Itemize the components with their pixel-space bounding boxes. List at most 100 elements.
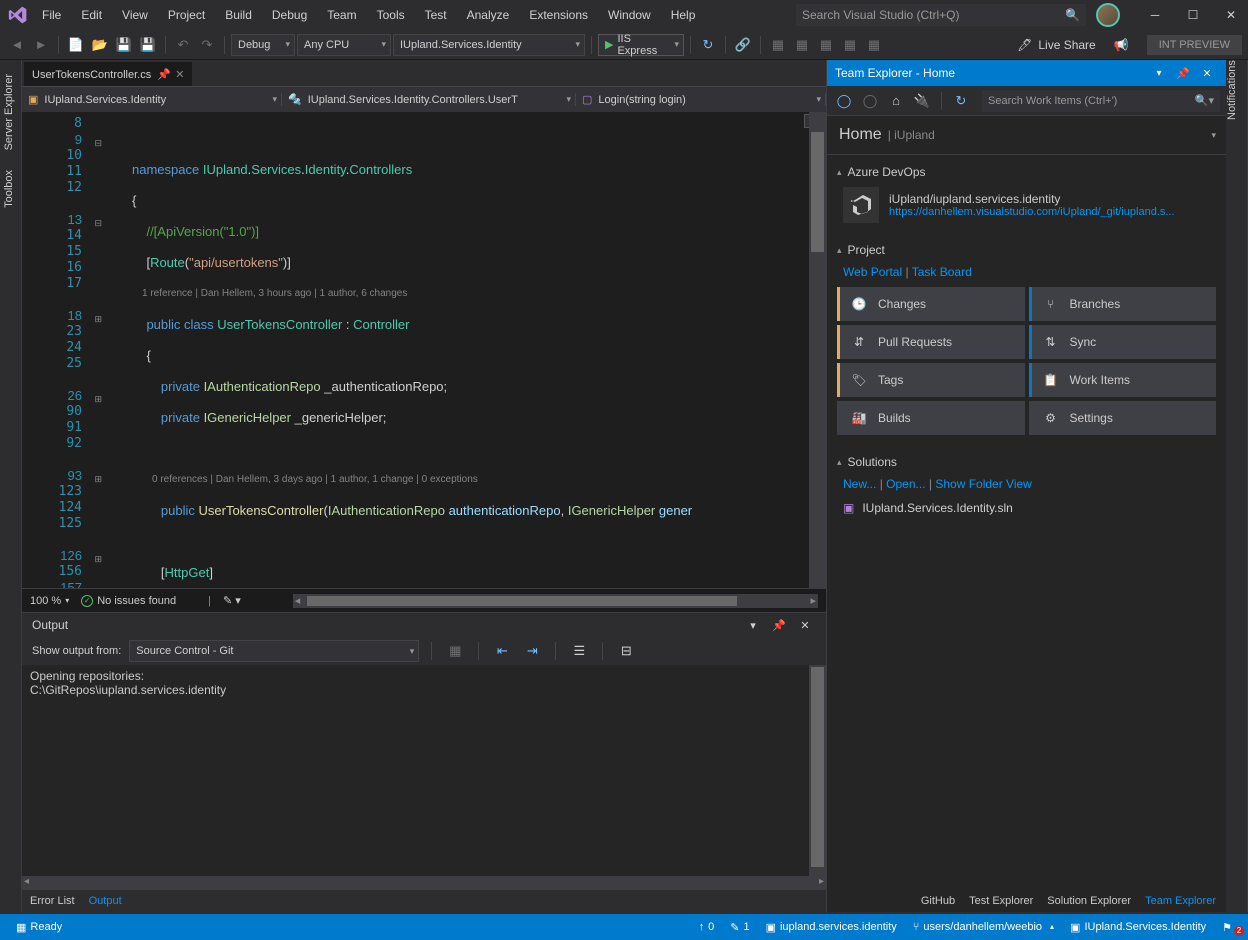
- status-push[interactable]: ↑0: [691, 921, 723, 933]
- menu-window[interactable]: Window: [598, 4, 661, 26]
- output-body[interactable]: Opening repositories: C:\GitRepos\iuplan…: [22, 665, 826, 876]
- te-sol-open-link[interactable]: Open...: [886, 477, 925, 491]
- menu-project[interactable]: Project: [158, 4, 215, 26]
- tab-team-explorer[interactable]: Team Explorer: [1145, 895, 1216, 907]
- menu-build[interactable]: Build: [215, 4, 262, 26]
- output-outdent-icon[interactable]: ⇥: [521, 640, 543, 662]
- menu-file[interactable]: File: [32, 4, 71, 26]
- menu-edit[interactable]: Edit: [71, 4, 112, 26]
- editor-hscroll[interactable]: ◂ ▸: [293, 594, 818, 608]
- te-section-solutions[interactable]: Solutions: [837, 451, 1216, 473]
- status-notifications[interactable]: ⚑: [1214, 921, 1240, 934]
- nav-fwd-icon[interactable]: ►: [30, 34, 52, 56]
- tile-settings[interactable]: ⚙Settings: [1029, 401, 1217, 435]
- tb-icon-2[interactable]: ▦: [791, 34, 813, 56]
- menu-tools[interactable]: Tools: [367, 4, 415, 26]
- output-hscroll[interactable]: ◂ ▸: [22, 876, 826, 890]
- tile-sync[interactable]: ⇅Sync: [1029, 325, 1217, 359]
- close-button[interactable]: ✕: [1214, 3, 1248, 27]
- menu-help[interactable]: Help: [661, 4, 706, 26]
- te-connect-icon[interactable]: 🔌: [911, 90, 933, 112]
- status-project[interactable]: ▣IUpland.Services.Identity: [1062, 921, 1214, 934]
- tile-workitems[interactable]: 📋Work Items: [1029, 363, 1217, 397]
- run-button[interactable]: ▶IIS Express: [598, 34, 684, 56]
- status-repo[interactable]: ▣iupland.services.identity: [758, 921, 905, 934]
- te-refresh-icon[interactable]: ↻: [950, 90, 972, 112]
- new-project-icon[interactable]: 📄: [65, 34, 87, 56]
- live-share-button[interactable]: 🖊 Live Share 📢: [1009, 38, 1137, 52]
- tile-branches[interactable]: ⑂Branches: [1029, 287, 1217, 321]
- nav-class-combo[interactable]: 🔩 IUpland.Services.Identity.Controllers.…: [282, 93, 576, 106]
- output-wrap-icon[interactable]: ☰: [568, 640, 590, 662]
- tab-test-explorer[interactable]: Test Explorer: [969, 895, 1033, 907]
- te-dropdown-icon[interactable]: ▾: [1148, 62, 1170, 84]
- tab-github[interactable]: GitHub: [921, 895, 955, 907]
- te-sol-new-link[interactable]: New...: [843, 477, 876, 491]
- nav-project-combo[interactable]: ▣ IUpland.Services.Identity: [22, 93, 282, 106]
- zoom-combo[interactable]: 100 %▾: [30, 595, 69, 607]
- menu-analyze[interactable]: Analyze: [457, 4, 520, 26]
- search-box[interactable]: Search Visual Studio (Ctrl+Q) 🔍: [796, 4, 1086, 26]
- config-combo[interactable]: Debug: [231, 34, 295, 56]
- status-branch[interactable]: ⑂users/danhellem/weebio▴: [905, 921, 1062, 933]
- server-explorer-tab[interactable]: Server Explorer: [0, 64, 21, 160]
- maximize-button[interactable]: ☐: [1176, 3, 1210, 27]
- te-search-box[interactable]: Search Work Items (Ctrl+')🔍▾: [982, 90, 1220, 112]
- te-task-board-link[interactable]: Task Board: [912, 265, 972, 279]
- tile-tags[interactable]: 🏷Tags: [837, 363, 1025, 397]
- output-toggle-icon[interactable]: ⊟: [615, 640, 637, 662]
- te-web-portal-link[interactable]: Web Portal: [843, 265, 902, 279]
- tab-solution-explorer[interactable]: Solution Explorer: [1047, 895, 1131, 907]
- error-list-tab[interactable]: Error List: [30, 895, 75, 907]
- no-issues-indicator[interactable]: ✓No issues found: [81, 595, 176, 607]
- te-home-icon[interactable]: ⌂: [885, 90, 907, 112]
- menu-team[interactable]: Team: [317, 4, 366, 26]
- startup-project-combo[interactable]: IUpland.Services.Identity: [393, 34, 585, 56]
- te-section-project[interactable]: Project: [837, 239, 1216, 261]
- output-source-combo[interactable]: Source Control - Git: [129, 640, 419, 662]
- output-dropdown-icon[interactable]: ▾: [742, 614, 764, 636]
- browser-link-icon[interactable]: 🔗: [732, 34, 754, 56]
- output-pin-icon[interactable]: 📌: [768, 614, 790, 636]
- tile-changes[interactable]: 🕒Changes: [837, 287, 1025, 321]
- close-tab-icon[interactable]: ✕: [175, 68, 184, 81]
- menu-test[interactable]: Test: [415, 4, 457, 26]
- menu-debug[interactable]: Debug: [262, 4, 317, 26]
- te-sol-folder-link[interactable]: Show Folder View: [935, 477, 1032, 491]
- output-clear-icon[interactable]: ▦: [444, 640, 466, 662]
- output-vscroll[interactable]: [809, 665, 826, 876]
- nav-back-icon[interactable]: ◄: [6, 34, 28, 56]
- te-fwd-icon[interactable]: ◯: [859, 90, 881, 112]
- menu-view[interactable]: View: [112, 4, 158, 26]
- pin-icon[interactable]: 📌: [157, 68, 169, 81]
- te-home-header[interactable]: Home| iUpland: [827, 116, 1226, 155]
- undo-icon[interactable]: ↶: [172, 34, 194, 56]
- minimize-button[interactable]: ─: [1138, 3, 1172, 27]
- output-indent-icon[interactable]: ⇤: [491, 640, 513, 662]
- te-section-azure[interactable]: Azure DevOps: [837, 161, 1216, 183]
- code-editor[interactable]: 8 9⊟ 10 11 12 13⊟ 14 15 16 17 18⊞ 23 24 …: [22, 112, 826, 588]
- te-pin-icon[interactable]: 📌: [1172, 62, 1194, 84]
- redo-icon[interactable]: ↷: [196, 34, 218, 56]
- toolbox-tab[interactable]: Toolbox: [0, 160, 21, 218]
- output-tab[interactable]: Output: [89, 895, 122, 907]
- save-icon[interactable]: 💾: [113, 34, 135, 56]
- te-repo-url[interactable]: https://danhellem.visualstudio.com/iUpla…: [889, 206, 1175, 218]
- code-content[interactable]: namespace IUpland.Services.Identity.Cont…: [112, 112, 826, 588]
- tb-icon-5[interactable]: ▦: [863, 34, 885, 56]
- te-repo-item[interactable]: iUpland/iupland.services.identity https:…: [837, 183, 1216, 227]
- refresh-icon[interactable]: ↻: [697, 34, 719, 56]
- editor-vscroll[interactable]: [809, 112, 826, 588]
- te-solution-item[interactable]: ▣ IUpland.Services.Identity.sln: [837, 495, 1216, 521]
- feedback-icon[interactable]: 📢: [1114, 38, 1129, 52]
- te-close-icon[interactable]: ✕: [1196, 62, 1218, 84]
- pencil-icon[interactable]: ✎ ▾: [223, 594, 241, 607]
- notifications-tab[interactable]: Notifications: [1226, 60, 1248, 912]
- tb-icon-4[interactable]: ▦: [839, 34, 861, 56]
- user-avatar[interactable]: [1096, 3, 1120, 27]
- tile-pulls[interactable]: ⇵Pull Requests: [837, 325, 1025, 359]
- fold-icon[interactable]: ⊞: [94, 583, 102, 588]
- save-all-icon[interactable]: 💾: [137, 34, 159, 56]
- platform-combo[interactable]: Any CPU: [297, 34, 391, 56]
- status-changes[interactable]: ✎1: [722, 921, 757, 934]
